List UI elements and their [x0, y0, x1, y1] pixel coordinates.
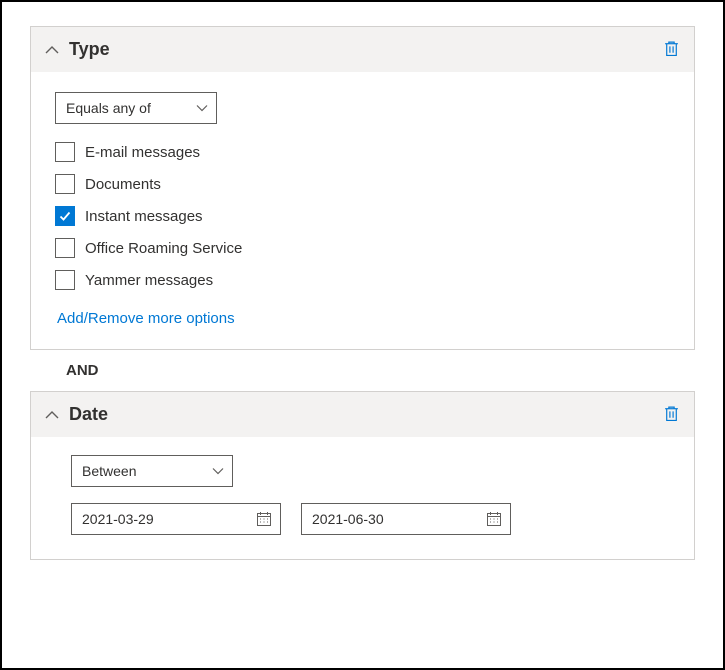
checkbox-label: Documents — [85, 176, 161, 193]
checkbox-label: Office Roaming Service — [85, 240, 242, 257]
trash-icon — [663, 40, 680, 60]
type-operator-dropdown[interactable]: Equals any of — [55, 92, 217, 124]
checkbox-label: E-mail messages — [85, 144, 200, 161]
checkbox-yammer-messages[interactable]: Yammer messages — [55, 270, 670, 290]
date-value: 2021-03-29 — [82, 511, 154, 527]
chevron-down-icon — [212, 465, 224, 477]
section-type-body: Equals any of E-mail messages Documents — [31, 72, 694, 349]
calendar-icon — [486, 511, 502, 527]
checkbox-label: Yammer messages — [85, 272, 213, 289]
checkbox-instant-messages[interactable]: Instant messages — [55, 206, 670, 226]
checkbox-email-messages[interactable]: E-mail messages — [55, 142, 670, 162]
checkbox-icon — [55, 206, 75, 226]
section-type: Type Equals any of — [30, 26, 695, 350]
section-type-header[interactable]: Type — [31, 27, 694, 72]
section-type-title: Type — [69, 39, 653, 60]
add-remove-options-link[interactable]: Add/Remove more options — [57, 310, 235, 327]
section-date-title: Date — [69, 404, 653, 425]
section-date-body: Between 2021-03-29 — [31, 437, 694, 559]
checkbox-icon — [55, 142, 75, 162]
checkbox-office-roaming[interactable]: Office Roaming Service — [55, 238, 670, 258]
delete-type-button[interactable] — [663, 40, 680, 60]
date-operator-dropdown[interactable]: Between — [71, 455, 233, 487]
chevron-up-icon — [45, 43, 59, 57]
chevron-down-icon — [196, 102, 208, 114]
date-start-input[interactable]: 2021-03-29 — [71, 503, 281, 535]
checkbox-icon — [55, 238, 75, 258]
checkbox-icon — [55, 270, 75, 290]
date-value: 2021-06-30 — [312, 511, 384, 527]
date-end-input[interactable]: 2021-06-30 — [301, 503, 511, 535]
dropdown-selected-label: Between — [82, 463, 136, 479]
checkbox-documents[interactable]: Documents — [55, 174, 670, 194]
dropdown-selected-label: Equals any of — [66, 100, 151, 116]
calendar-icon — [256, 511, 272, 527]
date-range-row: 2021-03-29 2021-06-30 — [71, 503, 670, 535]
chevron-up-icon — [45, 408, 59, 422]
delete-date-button[interactable] — [663, 405, 680, 425]
filter-panel: Type Equals any of — [0, 0, 725, 670]
logical-operator-label: AND — [30, 350, 695, 391]
type-checkbox-list: E-mail messages Documents Instant messag… — [55, 142, 670, 290]
section-date-header[interactable]: Date — [31, 392, 694, 437]
checkbox-label: Instant messages — [85, 208, 203, 225]
section-date: Date Between 2021-03 — [30, 391, 695, 560]
checkbox-icon — [55, 174, 75, 194]
trash-icon — [663, 405, 680, 425]
